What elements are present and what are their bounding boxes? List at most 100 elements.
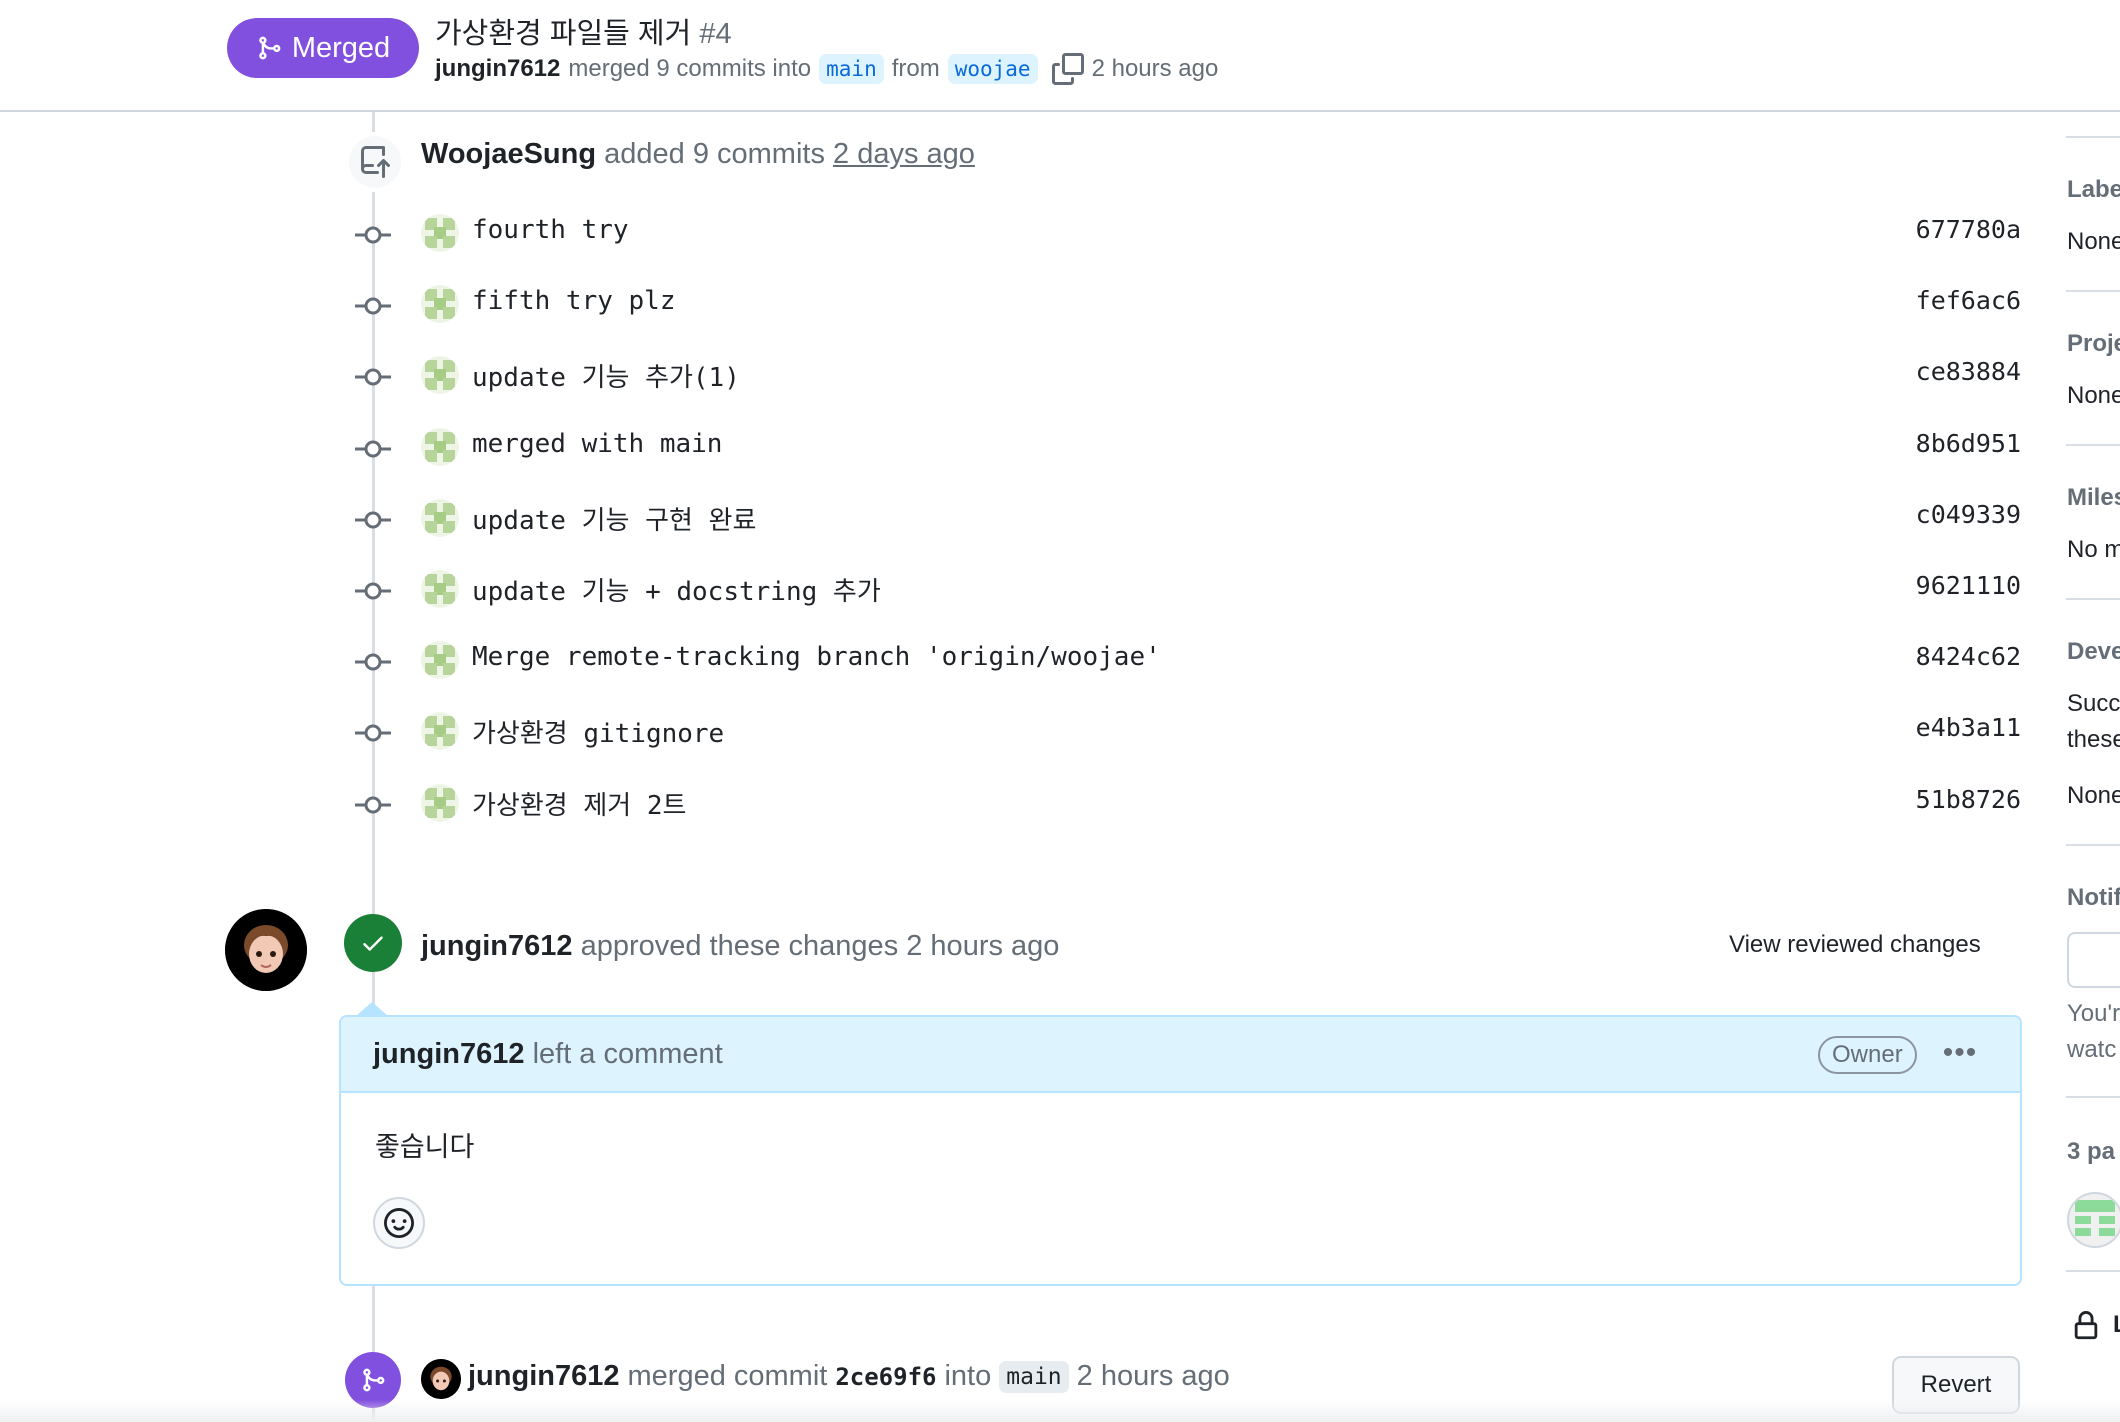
git-commit-icon (355, 649, 391, 675)
git-commit-icon (355, 578, 391, 604)
commit-sha-link[interactable]: ce83884 (1911, 357, 2021, 386)
bottom-shade (0, 1400, 2120, 1422)
comment-header: jungin7612 left a comment Owner ••• (341, 1017, 2020, 1093)
commit-sha-link[interactable]: 9621110 (1911, 571, 2021, 600)
commit-message-link[interactable]: 가상환경 제거 2트 (472, 785, 686, 822)
commit-row: fourth try 677780a (355, 212, 2021, 262)
git-merge-icon (363, 1368, 385, 1392)
push-action: added 9 commits (604, 138, 825, 170)
commit-row: 가상환경 제거 2트 51b8726 (355, 782, 2021, 832)
git-commit-icon (355, 293, 391, 319)
commit-message-link[interactable]: update 기능 + docstring 추가 (472, 571, 881, 608)
commit-author-avatar[interactable] (421, 712, 459, 751)
review-event-text: jungin7612 approved these changes 2 hour… (421, 930, 1059, 963)
git-commit-icon (355, 222, 391, 248)
comment-author: jungin7612 left a comment (373, 1038, 723, 1071)
commit-message-link[interactable]: fifth try plz (472, 286, 676, 316)
merger-link[interactable]: jungin7612 (435, 55, 560, 83)
owner-badge: Owner (1818, 1036, 1917, 1074)
comment-caret (356, 1002, 388, 1016)
git-commit-icon (355, 507, 391, 533)
commit-row: update 기능 + docstring 추가 9621110 (355, 568, 2021, 618)
push-author-link[interactable]: WoojaeSung (421, 138, 596, 170)
lock-text: L (2113, 1311, 2120, 1339)
commit-row: update 기능 구현 완료 c049339 (355, 497, 2021, 547)
commit-author-avatar[interactable] (421, 285, 459, 324)
commit-sha-link[interactable]: 8424c62 (1911, 642, 2021, 671)
copy-icon[interactable] (1051, 53, 1084, 85)
merge-event-time[interactable]: 2 hours ago (1077, 1360, 1230, 1393)
merger-avatar[interactable] (421, 1359, 461, 1399)
commit-author-avatar[interactable] (421, 356, 459, 395)
push-event-badge (345, 132, 405, 192)
merge-commit-sha-link[interactable]: 2ce69f6 (835, 1363, 936, 1391)
commit-message-link[interactable]: merged with main (472, 429, 722, 459)
add-reaction-button[interactable] (373, 1197, 425, 1249)
from-text: from (891, 55, 940, 82)
reviewer-link[interactable]: jungin7612 (421, 930, 573, 962)
subscribe-button[interactable] (2067, 932, 2120, 988)
merge-text-1: merged commit (627, 1360, 828, 1392)
sidebar-milestone-value: No m (2067, 536, 2120, 563)
commit-message-link[interactable]: Merge remote-tracking branch 'origin/woo… (472, 642, 1161, 672)
commit-author-avatar[interactable] (421, 570, 459, 608)
sidebar-divider (2066, 1096, 2120, 1098)
lock-conversation-link[interactable]: L (2071, 1310, 2120, 1347)
smiley-icon (384, 1208, 414, 1238)
commit-row: update 기능 추가(1) ce83884 (355, 354, 2021, 404)
commit-message-link[interactable]: update 기능 추가(1) (472, 357, 740, 394)
commit-sha-link[interactable]: fef6ac6 (1911, 286, 2021, 315)
head-branch-label[interactable]: woojae (947, 54, 1038, 84)
comment-action: left a comment (532, 1038, 723, 1070)
sidebar-labels-value: None (2067, 228, 2120, 255)
review-comment: jungin7612 left a comment Owner ••• 좋습니다 (339, 1015, 2022, 1286)
merge-summary: merged 9 commits into (568, 55, 812, 82)
pr-header: Merged 가상환경 파일들 제거 #4 jungin7612 merged … (0, 0, 2120, 112)
git-commit-icon (355, 792, 391, 818)
pr-number: #4 (699, 18, 732, 50)
repo-push-icon (361, 146, 390, 178)
sidebar-divider (2066, 444, 2120, 446)
comment-author-link[interactable]: jungin7612 (373, 1038, 525, 1070)
sidebar-divider (2066, 844, 2120, 846)
sidebar-labels-title[interactable]: Labe (2067, 176, 2120, 204)
merge-author-link[interactable]: jungin7612 (468, 1360, 620, 1393)
sidebar-notifications-text-1: You'r (2067, 1000, 2120, 1027)
commit-author-avatar[interactable] (421, 214, 459, 252)
sidebar-participants-title: 3 pa (2067, 1138, 2116, 1165)
participant-avatar[interactable] (2067, 1192, 2120, 1248)
merged-status-badge: Merged (227, 18, 419, 78)
commit-message-link[interactable]: fourth try (472, 215, 629, 245)
commit-row: fifth try plz fef6ac6 (355, 283, 2021, 333)
push-time-link[interactable]: 2 days ago (833, 138, 975, 170)
commit-sha-link[interactable]: e4b3a11 (1911, 713, 2021, 742)
commit-author-avatar[interactable] (421, 498, 459, 537)
git-merge-icon (259, 36, 281, 60)
merge-time: 2 hours ago (1091, 55, 1219, 82)
sidebar-projects-title[interactable]: Proje (2067, 330, 2120, 358)
reviewer-avatar[interactable] (225, 909, 307, 991)
commit-message-link[interactable]: update 기능 구현 완료 (472, 500, 756, 537)
commit-sha-link[interactable]: c049339 (1911, 500, 2021, 529)
commit-sha-link[interactable]: 677780a (1911, 215, 2021, 244)
commit-sha-link[interactable]: 8b6d951 (1911, 429, 2021, 458)
merge-target-branch[interactable]: main (999, 1360, 1069, 1393)
comment-body: 좋습니다 (375, 1132, 475, 1162)
sidebar-development-title[interactable]: Deve (2067, 638, 2120, 666)
git-commit-icon (355, 364, 391, 390)
sidebar-development-value: None (2067, 782, 2120, 809)
commit-author-avatar[interactable] (421, 641, 459, 680)
check-icon (363, 936, 383, 951)
commit-message-link[interactable]: 가상환경 gitignore (472, 713, 724, 750)
commit-sha-link[interactable]: 51b8726 (1911, 785, 2021, 814)
pr-title-text: 가상환경 파일들 제거 (435, 18, 692, 50)
kebab-menu-icon[interactable]: ••• (1940, 1035, 1980, 1071)
view-reviewed-changes-link[interactable]: View reviewed changes (1729, 931, 1981, 959)
git-commit-icon (355, 436, 391, 462)
merge-text-2: into (944, 1360, 992, 1392)
commit-author-avatar[interactable] (421, 783, 459, 822)
pr-title: 가상환경 파일들 제거 #4 (435, 10, 732, 52)
commit-author-avatar[interactable] (421, 427, 459, 466)
base-branch-label[interactable]: main (819, 54, 884, 84)
sidebar-milestone-title[interactable]: Miles (2067, 484, 2120, 512)
